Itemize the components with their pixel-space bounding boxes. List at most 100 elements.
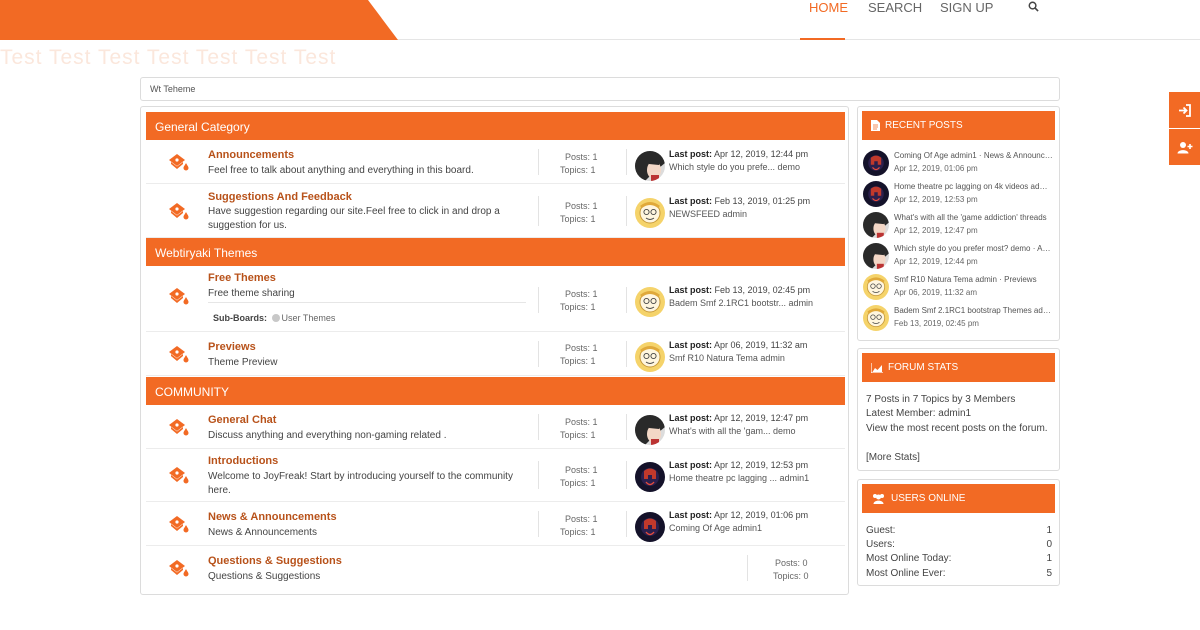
topics-count: Topics: 0	[773, 571, 809, 581]
avatar[interactable]	[635, 151, 665, 181]
board-icon	[166, 464, 190, 486]
recent-post-title[interactable]: Badem Smf 2.1RC1 bootstrap Themes admin	[894, 306, 1054, 315]
divider	[208, 302, 526, 303]
category-header-general[interactable]: General Category	[146, 112, 845, 140]
main-nav: HOME SEARCH SIGN UP	[800, 0, 1041, 40]
last-post-info: Last post: Feb 13, 2019, 01:25 pm	[669, 196, 811, 206]
more-stats-link[interactable]: [More Stats]	[866, 451, 1056, 465]
login-button[interactable]	[1169, 92, 1200, 128]
divider	[538, 287, 539, 313]
last-post-info: Last post: Apr 12, 2019, 12:53 pm	[669, 460, 809, 470]
avatar[interactable]	[635, 342, 665, 372]
divider	[747, 555, 748, 581]
top-bar: HOME SEARCH SIGN UP	[0, 0, 1200, 40]
recent-post-title[interactable]: What's with all the 'game addiction' thr…	[894, 213, 1054, 222]
board-title[interactable]: General Chat	[208, 414, 276, 426]
board-row: Announcements Feel free to talk about an…	[146, 140, 845, 184]
avatar[interactable]	[635, 462, 665, 492]
recent-post-title[interactable]: Smf R10 Natura Tema admin · Previews	[894, 275, 1054, 284]
recent-post-date: Apr 12, 2019, 12:47 pm	[894, 226, 978, 235]
recent-post-item[interactable]: Badem Smf 2.1RC1 bootstrap Themes admin …	[863, 304, 1055, 335]
recent-posts-panel: RECENT POSTS Coming Of Age admin1 · News…	[857, 106, 1060, 341]
row-value: 1	[1046, 525, 1052, 536]
sub-boards: Sub-Boards: User Themes	[213, 313, 336, 323]
board-title[interactable]: Previews	[208, 341, 256, 353]
board-title[interactable]: Introductions	[208, 455, 278, 467]
board-title[interactable]: News & Announcements	[208, 511, 337, 523]
users-online-header[interactable]: USERS ONLINE	[862, 484, 1055, 513]
last-post-link[interactable]: NEWSFEED admin	[669, 209, 747, 219]
recent-post-title[interactable]: Coming Of Age admin1 · News & Announceme…	[894, 151, 1054, 160]
avatar[interactable]	[635, 415, 665, 445]
avatar	[863, 305, 889, 331]
topics-count: Topics: 1	[560, 478, 596, 488]
board-title[interactable]: Suggestions And Feedback	[208, 191, 352, 203]
nav-search[interactable]: SEARCH	[845, 0, 929, 40]
board-title[interactable]: Questions & Suggestions	[208, 555, 342, 567]
board-row: Previews Theme Preview Posts: 1 Topics: …	[146, 332, 845, 376]
last-post-link[interactable]: Badem Smf 2.1RC1 bootstr... admin	[669, 298, 813, 308]
board-description: News & Announcements	[208, 527, 317, 538]
last-post-link[interactable]: What's with all the 'gam... demo	[669, 426, 796, 436]
nav-home[interactable]: HOME	[800, 0, 848, 40]
users-online-panel: USERS ONLINE Guest: 1 Users: 0 Most Online…	[857, 479, 1060, 586]
divider	[626, 341, 627, 367]
avatar[interactable]	[635, 287, 665, 317]
avatar[interactable]	[635, 512, 665, 542]
last-post-link[interactable]: Coming Of Age admin1	[669, 523, 762, 533]
avatar[interactable]	[635, 198, 665, 228]
divider	[626, 461, 627, 489]
forum-stats-header[interactable]: FORUM STATS	[862, 353, 1055, 382]
board-row: Suggestions And Feedback Have suggestion…	[146, 184, 845, 238]
avatar	[863, 212, 889, 238]
board-row: General Chat Discuss anything and everyt…	[146, 405, 845, 449]
posts-count: Posts: 1	[565, 289, 598, 299]
recent-post-item[interactable]: Coming Of Age admin1 · News & Announceme…	[863, 149, 1055, 180]
recent-posts-header[interactable]: RECENT POSTS	[862, 111, 1055, 140]
recent-post-date: Apr 06, 2019, 11:32 am	[894, 288, 978, 297]
divider	[626, 196, 627, 226]
recent-post-item[interactable]: What's with all the 'game addiction' thr…	[863, 211, 1055, 242]
recent-post-title[interactable]: Which style do you prefer most? demo · A…	[894, 244, 1054, 253]
nav-signup[interactable]: SIGN UP	[929, 0, 1001, 40]
row-label: Users:	[866, 539, 895, 550]
last-post-info: Last post: Apr 12, 2019, 12:47 pm	[669, 413, 809, 423]
subboard-link[interactable]: User Themes	[282, 313, 336, 323]
board-icon	[166, 513, 190, 535]
board-title[interactable]: Announcements	[208, 149, 294, 161]
last-post-link[interactable]: Smf R10 Natura Tema admin	[669, 353, 785, 363]
register-button[interactable]	[1169, 129, 1200, 165]
search-icon[interactable]	[1001, 0, 1041, 40]
posts-count: Posts: 1	[565, 152, 598, 162]
posts-count: Posts: 0	[775, 558, 808, 568]
divider	[626, 511, 627, 537]
recent-post-item[interactable]: Home theatre pc lagging on 4k videos adm…	[863, 180, 1055, 211]
board-description: Questions & Suggestions	[208, 571, 321, 582]
board-icon	[166, 151, 190, 173]
board-title[interactable]: Free Themes	[208, 272, 276, 284]
recent-post-title[interactable]: Home theatre pc lagging on 4k videos adm…	[894, 182, 1054, 191]
document-icon	[871, 120, 880, 131]
last-post-link[interactable]: Home theatre pc lagging ... admin1	[669, 473, 809, 483]
recent-post-item[interactable]: Smf R10 Natura Tema admin · Previews Apr…	[863, 273, 1055, 304]
recent-posts-link[interactable]: View the most recent posts on the forum.	[866, 422, 1056, 436]
row-value: 0	[1046, 539, 1052, 550]
board-icon	[166, 285, 190, 307]
last-post-info: Last post: Apr 12, 2019, 12:44 pm	[669, 149, 809, 159]
latest-member-link[interactable]: admin1	[938, 408, 971, 419]
logo-band[interactable]	[0, 0, 398, 40]
breadcrumb[interactable]: Wt Teheme	[140, 77, 1060, 101]
chart-icon	[871, 362, 883, 373]
recent-post-date: Apr 12, 2019, 12:44 pm	[894, 257, 978, 266]
topics-count: Topics: 1	[560, 165, 596, 175]
category-header-webtiryaki[interactable]: Webtiryaki Themes	[146, 238, 845, 266]
divider	[538, 511, 539, 537]
recent-post-item[interactable]: Which style do you prefer most? demo · A…	[863, 242, 1055, 273]
divider	[538, 341, 539, 367]
divider	[538, 196, 539, 226]
latest-member-label: Latest Member:	[866, 408, 936, 419]
category-header-community[interactable]: COMMUNITY	[146, 377, 845, 405]
board-description: Have suggestion regarding our site.Feel …	[208, 206, 500, 231]
last-post-link[interactable]: Which style do you prefe... demo	[669, 162, 800, 172]
topics-count: Topics: 1	[560, 430, 596, 440]
